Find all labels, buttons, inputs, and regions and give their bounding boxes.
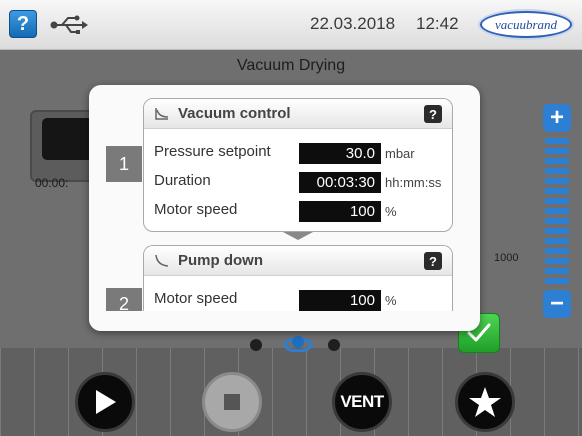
increase-button[interactable]: + <box>543 104 571 132</box>
field-label: Motor speed <box>154 290 238 307</box>
field-unit: % <box>385 293 397 308</box>
pump-down-curve-icon <box>155 254 169 267</box>
field-unit: hh:mm:ss <box>385 175 442 190</box>
play-icon <box>96 390 116 414</box>
scale-segment <box>545 198 569 204</box>
field-label: Motor speed <box>154 201 238 218</box>
duration-field[interactable]: 00:03:30 <box>299 172 381 193</box>
section-header: Pump down ? <box>144 246 452 276</box>
background-timer: 00:00: <box>35 176 69 190</box>
help-button[interactable]: ? <box>424 252 442 270</box>
scale-segment <box>545 268 569 274</box>
chevron-down-icon <box>283 232 313 240</box>
usb-icon <box>50 15 88 34</box>
step-number: 1 <box>106 146 142 182</box>
section-header: Vacuum control ? <box>144 99 452 129</box>
page-title: Vacuum Drying <box>236 57 346 74</box>
vacuum-curve-icon <box>155 108 169 120</box>
help-button[interactable]: ? <box>9 10 37 38</box>
pressure-setpoint-field[interactable]: 30.0 <box>299 143 381 164</box>
section-title: Vacuum control <box>178 105 291 122</box>
star-icon <box>469 387 501 417</box>
field-label: Pressure setpoint <box>154 143 271 160</box>
scale-segment <box>545 238 569 244</box>
time-display: 12:42 <box>416 14 459 33</box>
brand-logo: vacuubrand <box>480 11 572 38</box>
vacuum-control-section: Vacuum control ? Pressure setpoint 30.0 … <box>143 98 453 232</box>
scale-segment <box>545 278 569 284</box>
scale-segment <box>545 148 569 154</box>
date-display: 22.03.2018 <box>310 14 396 33</box>
motor-speed-field[interactable]: 100 <box>299 201 381 222</box>
step-number: 2 <box>106 288 142 311</box>
scale-segment <box>545 248 569 254</box>
field-unit: % <box>385 204 397 219</box>
page-dot-active[interactable] <box>283 330 313 352</box>
help-button[interactable]: ? <box>424 105 442 123</box>
favorites-button[interactable] <box>455 372 515 432</box>
page-dot[interactable] <box>328 339 340 351</box>
motor-speed-field[interactable]: 100 <box>299 290 381 311</box>
scale-segment <box>545 228 569 234</box>
page-dot[interactable] <box>250 339 262 351</box>
scale-segment <box>545 178 569 184</box>
scale-segment <box>545 138 569 144</box>
scale-segment <box>545 218 569 224</box>
field-unit: mbar <box>385 146 415 161</box>
start-button[interactable] <box>75 372 135 432</box>
scale-segment <box>545 208 569 214</box>
vent-button[interactable]: VENT <box>332 372 392 432</box>
scale-segment <box>545 258 569 264</box>
stop-icon <box>224 394 240 410</box>
dialog-bottom-edge <box>89 311 480 331</box>
scale-segment <box>545 168 569 174</box>
scale-segment <box>545 188 569 194</box>
decrease-button[interactable]: − <box>543 290 571 318</box>
top-bar: ? 22.03.2018 12:42 vacuubrand <box>0 0 582 50</box>
scale-segment <box>545 158 569 164</box>
gauge-scale-label: 1000 <box>494 252 519 264</box>
heater-icon <box>42 118 96 160</box>
stop-button[interactable] <box>202 372 262 432</box>
section-title: Pump down <box>178 252 263 269</box>
field-label: Duration <box>154 172 211 189</box>
